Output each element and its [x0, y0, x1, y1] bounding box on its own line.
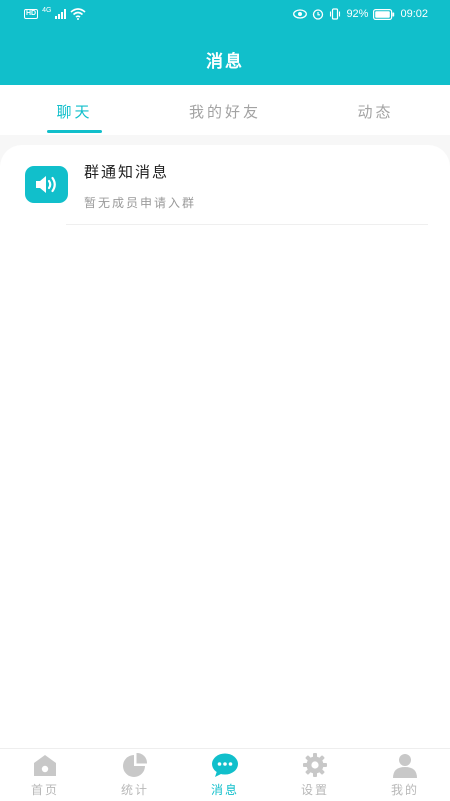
divider — [66, 224, 428, 225]
list-item-group-notification[interactable]: 群通知消息 暂无成员申请入群 — [0, 145, 450, 225]
vibrate-icon — [330, 8, 341, 20]
active-tab-indicator — [47, 130, 102, 133]
chat-bubble-icon — [212, 753, 238, 777]
tab-chat[interactable]: 聊天 — [47, 101, 102, 122]
hd-badge: HD — [24, 9, 39, 19]
item-title: 群通知消息 — [84, 163, 170, 181]
wifi-icon — [70, 8, 86, 20]
tabbar-home[interactable]: 首页 — [0, 749, 90, 801]
status-bar: HD 4G 92% 09:02 — [0, 0, 450, 28]
status-right: 92% 09:02 — [293, 8, 428, 20]
tabbar-label: 我的 — [390, 783, 419, 797]
tabbar-label: 消息 — [210, 783, 239, 797]
tabbar-statistics[interactable]: 统计 — [90, 749, 180, 801]
home-icon — [34, 755, 56, 776]
tab-moments[interactable]: 动态 — [348, 101, 403, 122]
speaker-icon — [25, 166, 68, 203]
app-header: 消息 — [0, 28, 450, 85]
item-subtitle: 暂无成员申请入群 — [84, 196, 197, 210]
eye-icon — [293, 9, 308, 19]
page-title: 消息 — [206, 52, 244, 72]
signal-icon — [55, 9, 67, 19]
tabbar-label: 设置 — [300, 783, 329, 797]
alarm-icon — [313, 9, 324, 20]
tab-my-friends[interactable]: 我的好友 — [172, 101, 278, 122]
tabbar-messages[interactable]: 消息 — [180, 749, 270, 801]
battery-icon — [373, 8, 395, 20]
bottom-tabbar: 首页 统计 消息 设置 我的 — [0, 748, 450, 801]
tabbar-label: 首页 — [30, 783, 59, 797]
tabbar-label: 统计 — [120, 783, 149, 797]
battery-percent: 92% — [346, 8, 369, 20]
pie-chart-icon — [123, 752, 148, 777]
user-icon — [393, 754, 417, 778]
top-tabs: 聊天 我的好友 动态 — [0, 85, 450, 135]
tabbar-settings[interactable]: 设置 — [270, 749, 360, 801]
message-list: 群通知消息 暂无成员申请入群 — [0, 145, 450, 748]
status-time: 09:02 — [400, 8, 428, 20]
network-type: 4G — [42, 6, 52, 14]
tabbar-profile[interactable]: 我的 — [360, 749, 450, 801]
gear-icon — [303, 753, 327, 777]
status-left: HD 4G — [24, 6, 86, 20]
